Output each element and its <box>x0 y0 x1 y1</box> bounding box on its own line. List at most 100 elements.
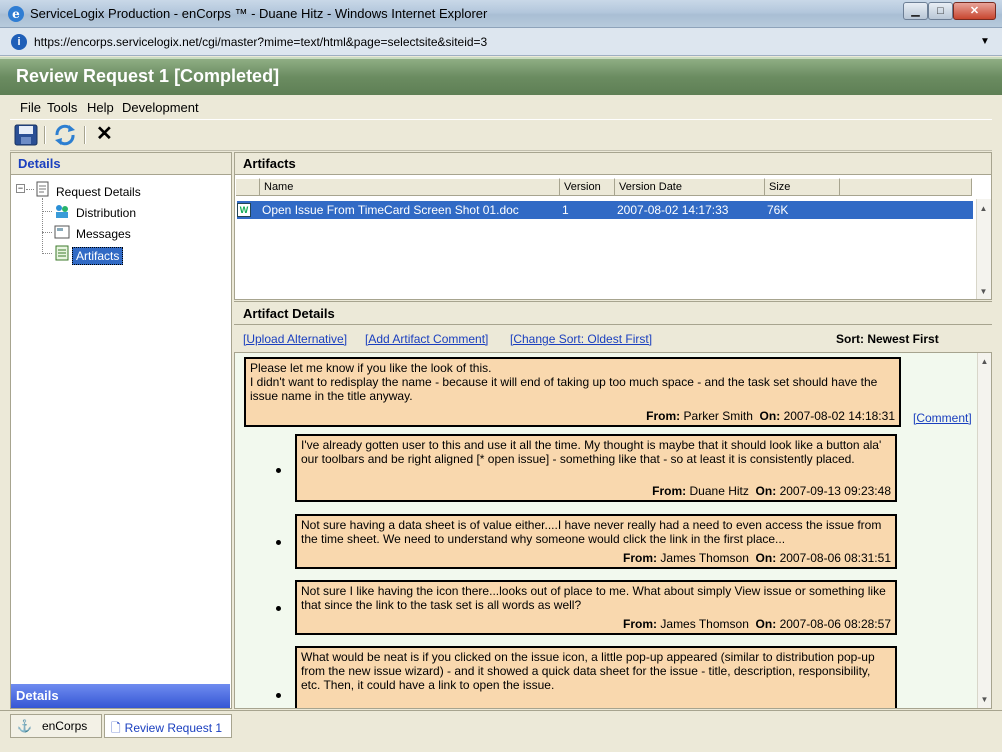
address-url[interactable]: https://encorps.servicelogix.net/cgi/mas… <box>34 35 487 49</box>
artifacts-header <box>235 153 991 175</box>
comment-text: Not sure having a data sheet is of value… <box>301 518 882 546</box>
ie-icon: e <box>8 6 24 22</box>
column-header-filler <box>840 178 972 196</box>
column-header-version[interactable]: Version <box>560 178 615 196</box>
from-label: From: <box>623 617 658 631</box>
column-header-size[interactable]: Size <box>765 178 840 196</box>
scroll-down-icon[interactable]: ▼ <box>978 695 991 704</box>
document-icon: 🗋 <box>111 721 121 735</box>
on-label: On: <box>759 409 781 423</box>
from-label: From: <box>646 409 681 423</box>
list-bullet <box>276 693 281 698</box>
artifacts-icon <box>54 245 70 261</box>
from-label: From: <box>652 484 687 498</box>
tab-label: enCorps <box>41 719 88 733</box>
collapse-icon[interactable]: − <box>16 184 25 193</box>
tab-review-request[interactable]: 🗋 Review Request 1 <box>104 714 232 738</box>
artifact-details-header <box>234 301 992 325</box>
on-label: On: <box>755 484 777 498</box>
toolbar-separator <box>84 126 86 144</box>
comment-date: 2007-08-06 08:28:57 <box>779 617 891 631</box>
comment-meta: From: Parker Smith On: 2007-08-02 14:18:… <box>646 409 895 423</box>
comment-text: Please let me know if you like the look … <box>250 361 878 403</box>
comment-card: Not sure having a data sheet is of value… <box>295 514 897 569</box>
artifacts-title: Artifacts <box>243 156 296 171</box>
tree-connector <box>42 232 52 233</box>
comment-author: Parker Smith <box>683 409 753 423</box>
comment-text: Not sure I like having the icon there...… <box>301 584 886 612</box>
list-bullet <box>276 468 281 473</box>
left-panel-footer-label: Details <box>16 688 59 703</box>
close-icon[interactable]: ✕ <box>96 124 114 144</box>
scroll-up-icon[interactable]: ▲ <box>978 357 991 366</box>
scroll-up-icon[interactable]: ▲ <box>977 204 990 213</box>
tab-encorps[interactable]: ⚓ enCorps <box>10 714 102 738</box>
close-window-button[interactable]: ✕ <box>953 2 996 20</box>
messages-icon <box>54 224 70 240</box>
distribution-icon <box>54 203 70 219</box>
menu-file[interactable]: File <box>20 100 41 115</box>
artifact-size: 76K <box>767 203 789 217</box>
sort-status: Sort: Newest First <box>836 332 939 346</box>
comment-card: What would be neat is if you clicked on … <box>295 646 897 708</box>
tree-item-artifacts[interactable]: Artifacts <box>72 247 124 265</box>
list-bullet <box>276 540 281 545</box>
comment-link[interactable]: [Comment] <box>913 411 972 425</box>
tree-connector <box>42 253 52 254</box>
add-artifact-comment-link[interactable]: [Add Artifact Comment] <box>365 332 488 346</box>
maximize-button[interactable]: □ <box>928 2 953 20</box>
artifact-date: 2007-08-02 14:17:33 <box>617 203 729 217</box>
comment-date: 2007-08-06 08:31:51 <box>779 551 891 565</box>
tree-connector <box>42 211 52 212</box>
comments-area: Please let me know if you like the look … <box>234 352 992 709</box>
comment-date: 2007-08-02 14:18:31 <box>783 409 895 423</box>
comment-meta: From: James Thomson On: 2007-08-06 08:28… <box>623 617 891 631</box>
comment-meta: From: Duane Hitz On: 2007-09-13 09:23:48 <box>652 484 891 498</box>
comments-scrollbar[interactable] <box>977 353 991 708</box>
on-label: On: <box>755 617 777 631</box>
info-icon: i <box>11 34 27 50</box>
chevron-down-icon[interactable]: ▼ <box>980 36 990 47</box>
window-title: ServiceLogix Production - enCorps ™ - Du… <box>30 6 488 21</box>
comment-author: James Thomson <box>660 551 749 565</box>
minimize-button[interactable]: ▁ <box>903 2 928 20</box>
tree-connector <box>26 189 34 190</box>
menu-tools[interactable]: Tools <box>47 100 77 115</box>
column-header-name[interactable]: Name <box>260 178 560 196</box>
menu-help[interactable]: Help <box>87 100 114 115</box>
comment-meta: From: James Thomson On: 2007-08-06 08:31… <box>623 551 891 565</box>
artifact-details-title: Artifact Details <box>243 306 335 321</box>
scroll-down-icon[interactable]: ▼ <box>977 287 990 296</box>
word-document-icon: W <box>237 203 251 217</box>
column-header-icon <box>236 178 260 196</box>
comment-card: Not sure I like having the icon there...… <box>295 580 897 635</box>
toolbar <box>10 119 992 151</box>
tree-item-request-details[interactable]: Request Details <box>56 185 141 199</box>
comment-card: Please let me know if you like the look … <box>244 357 901 427</box>
from-label: From: <box>623 551 658 565</box>
page-title: Review Request 1 [Completed] <box>16 66 280 86</box>
refresh-icon[interactable] <box>53 123 77 147</box>
tree-item-distribution[interactable]: Distribution <box>76 206 136 220</box>
toolbar-separator <box>44 126 46 144</box>
anchor-icon: ⚓ <box>17 719 32 733</box>
artifacts-scrollbar[interactable] <box>976 199 991 299</box>
upload-alternative-link[interactable]: [Upload Alternative] <box>243 332 347 346</box>
tree-connector <box>42 198 43 254</box>
change-sort-link[interactable]: [Change Sort: Oldest First] <box>510 332 652 346</box>
request-details-icon <box>35 181 51 197</box>
on-label: On: <box>755 551 777 565</box>
artifact-version: 1 <box>562 203 569 217</box>
comment-text: I've already gotten user to this and use… <box>301 438 882 466</box>
tab-label: Review Request 1 <box>124 721 223 735</box>
comment-card: I've already gotten user to this and use… <box>295 434 897 502</box>
menu-development[interactable]: Development <box>122 100 199 115</box>
comment-text: What would be neat is if you clicked on … <box>301 650 875 692</box>
artifact-name[interactable]: Open Issue From TimeCard Screen Shot 01.… <box>262 203 519 217</box>
column-header-version-date[interactable]: Version Date <box>615 178 765 196</box>
comment-date: 2007-09-13 09:23:48 <box>779 484 891 498</box>
list-bullet <box>276 606 281 611</box>
comment-author: Duane Hitz <box>689 484 749 498</box>
tree-item-messages[interactable]: Messages <box>76 227 131 241</box>
save-icon[interactable] <box>14 124 38 146</box>
